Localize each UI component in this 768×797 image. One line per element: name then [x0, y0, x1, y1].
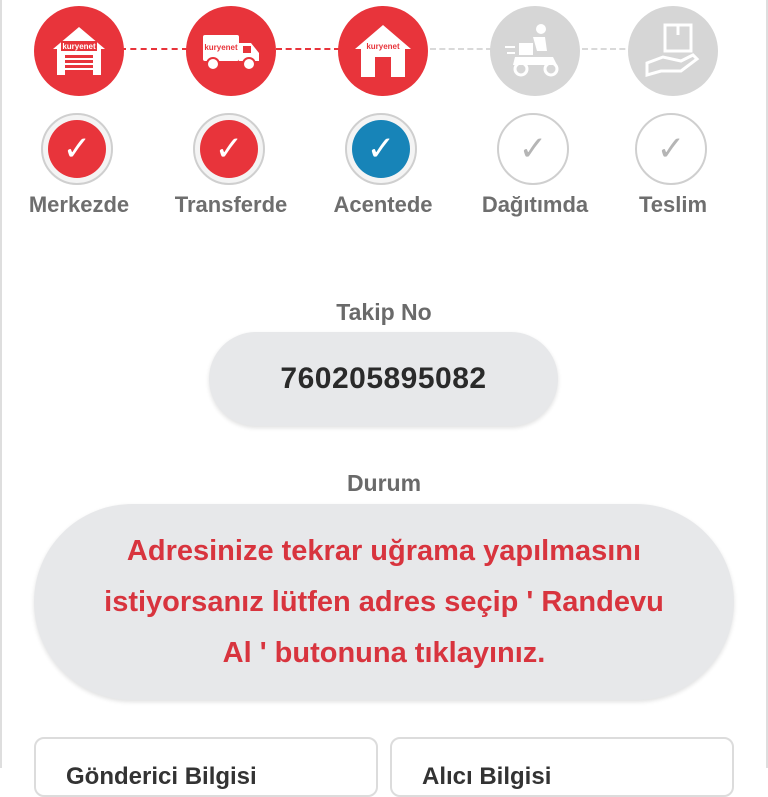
status-check: ✓ — [41, 113, 113, 185]
connector-2 — [276, 48, 340, 50]
step-label: Acentede — [333, 192, 433, 217]
tracking-number-label: Takip No — [336, 299, 432, 325]
package-hand-icon — [628, 6, 718, 96]
sender-info-card[interactable]: Gönderici Bilgisi — [34, 737, 378, 797]
status-check: ✓ — [193, 113, 265, 185]
status-check: ✓ — [345, 113, 417, 185]
check-icon: ✓ — [352, 120, 410, 178]
tracking-progress: kuryenet ✓ Merkezde kuryenet ✓ Transferd… — [0, 0, 768, 230]
step-label: Transferde — [174, 192, 288, 217]
check-icon: ✓ — [518, 129, 548, 169]
step-label: Dağıtımda — [481, 192, 589, 217]
connector-1 — [120, 48, 188, 50]
logo-text: kuryenet — [366, 42, 400, 51]
check-icon: ✓ — [200, 120, 258, 178]
status-label: Durum — [346, 470, 422, 496]
warehouse-icon: kuryenet — [34, 6, 124, 96]
receiver-info-card[interactable]: Alıcı Bilgisi — [390, 737, 734, 797]
branch-house-icon: kuryenet — [338, 6, 428, 96]
status-check: ✓ — [497, 113, 569, 185]
status-check: ✓ — [635, 113, 707, 185]
logo-text: kuryenet — [204, 43, 238, 52]
status-message: Adresinize tekrar uğrama yapılmasını ist… — [34, 504, 734, 700]
connector-3 — [430, 48, 492, 50]
check-icon: ✓ — [48, 120, 106, 178]
logo-text: kuryenet — [62, 42, 96, 51]
check-icon: ✓ — [656, 129, 686, 169]
delivery-truck-icon: kuryenet — [186, 6, 276, 96]
step-label: Teslim — [638, 192, 708, 217]
step-label: Merkezde — [28, 192, 130, 217]
courier-scooter-icon — [490, 6, 580, 96]
tracking-number-value: 760205895082 — [209, 332, 558, 426]
